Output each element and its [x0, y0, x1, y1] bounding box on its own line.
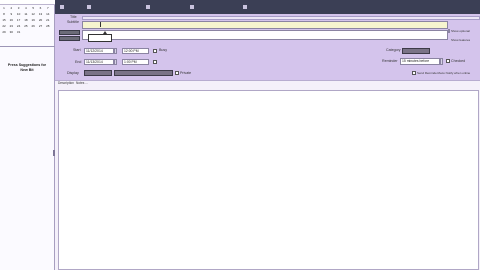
- display-label: Display: [67, 71, 79, 75]
- toolbar-item-1[interactable]: [67, 4, 81, 10]
- sidebar-divider: [0, 46, 55, 47]
- tooltip-pointer-icon: [103, 31, 107, 34]
- toolbar-item-5[interactable]: [249, 4, 279, 10]
- calendar-day[interactable]: 28: [45, 24, 51, 29]
- calendar-day[interactable]: 21: [45, 18, 51, 23]
- start-busy-label: Busy: [159, 48, 167, 52]
- calendar-day[interactable]: 11: [23, 12, 29, 17]
- start-date-dropdown-icon[interactable]: [114, 48, 117, 54]
- calendar-day[interactable]: 10: [16, 12, 22, 17]
- display-color-bar[interactable]: [114, 70, 173, 76]
- calendar-day[interactable]: 5: [30, 6, 36, 11]
- subtitle-label: Subtitle: [67, 20, 79, 24]
- option-optional-field[interactable]: [448, 29, 450, 33]
- calendar-day[interactable]: 2: [8, 6, 14, 11]
- sidebar-message: Press Suggestions for New Bit: [7, 63, 47, 72]
- end-date-field[interactable]: 11/13/2014: [84, 59, 114, 65]
- start-busy-checkbox[interactable]: [153, 49, 157, 53]
- start-label: Start: [73, 48, 81, 52]
- calendar-day[interactable]: 8: [1, 12, 7, 17]
- display-private-checkbox[interactable]: [175, 71, 179, 75]
- title-input[interactable]: [82, 16, 480, 20]
- category-select[interactable]: [402, 48, 430, 54]
- calendar-day[interactable]: 22: [1, 24, 7, 29]
- side-button-1[interactable]: [59, 30, 80, 35]
- calendar-day[interactable]: 3: [16, 6, 22, 11]
- end-date-dropdown-icon[interactable]: [114, 59, 117, 65]
- mini-calendar: 1 2 3 4 5 6 7 8 9 10 11 12 13 14 15 16 17 18 19 20 21 22 23 24 2…: [1, 6, 53, 46]
- calendar-day[interactable]: 12: [30, 12, 36, 17]
- splitter-handle[interactable]: [53, 150, 55, 156]
- option-optional-label: Show optional: [451, 29, 470, 33]
- calendar-day[interactable]: 24: [16, 24, 22, 29]
- reminder-dropdown-icon[interactable]: [440, 58, 443, 65]
- calendar-day[interactable]: 29: [1, 30, 7, 35]
- display-select[interactable]: [84, 70, 112, 76]
- toolbar-icon-5[interactable]: [243, 5, 247, 9]
- notes-label: Description: [58, 81, 74, 85]
- calendar-day[interactable]: 6: [38, 6, 44, 11]
- notes-hint: Notes ...: [76, 81, 88, 85]
- calendar-day[interactable]: 15: [1, 18, 7, 23]
- option-features-label: Show features: [451, 38, 471, 42]
- toolbar: [55, 0, 480, 14]
- end-label: End: [75, 60, 82, 64]
- side-button-2[interactable]: [59, 36, 80, 41]
- toolbar-icon-1[interactable]: [60, 5, 64, 9]
- details-textarea[interactable]: [82, 30, 448, 40]
- sidebar: 1 2 3 4 5 6 7 8 9 10 11 12 13 14 15 16 17 18 19 20 21 22 23 24 2…: [0, 0, 55, 270]
- calendar-day[interactable]: 20: [38, 18, 44, 23]
- calendar-day[interactable]: 14: [45, 12, 51, 17]
- toolbar-item-3[interactable]: [152, 4, 182, 10]
- display-private-label: Private: [180, 71, 192, 75]
- toolbar-item-4[interactable]: [196, 4, 230, 10]
- start-date-field[interactable]: 11/12/2014: [84, 48, 114, 54]
- calendar-day[interactable]: 27: [38, 24, 44, 29]
- notify-label: Send Reminder/Auto Notify when online: [417, 71, 471, 75]
- toolbar-icon-4[interactable]: [190, 5, 194, 9]
- calendar-day[interactable]: 26: [30, 24, 36, 29]
- notes-textarea[interactable]: [58, 90, 479, 270]
- reminder-checkbox[interactable]: [446, 59, 450, 63]
- calendar-header: [0, 0, 55, 5]
- calendar-day[interactable]: 13: [38, 12, 44, 17]
- toolbar-item-2[interactable]: [93, 4, 107, 10]
- category-label: Category: [386, 48, 401, 52]
- calendar-day[interactable]: 25: [23, 24, 29, 29]
- calendar-day[interactable]: 16: [8, 18, 14, 23]
- notes-header: [55, 80, 480, 90]
- calendar-day[interactable]: 9: [8, 12, 14, 17]
- toolbar-icon-2[interactable]: [87, 5, 91, 9]
- reminder-check-label: Checked: [451, 59, 466, 63]
- calendar-day[interactable]: 1: [1, 6, 7, 11]
- toolbar-icon-3[interactable]: [146, 5, 150, 9]
- tooltip: [88, 34, 112, 42]
- notify-checkbox[interactable]: [412, 71, 416, 75]
- calendar-day[interactable]: 7: [45, 6, 51, 11]
- reminder-label: Reminder: [382, 59, 398, 63]
- calendar-day[interactable]: 17: [16, 18, 22, 23]
- reminder-select[interactable]: 15 minutes before: [400, 58, 440, 65]
- text-cursor-icon: [100, 22, 101, 27]
- calendar-day[interactable]: 30: [8, 30, 14, 35]
- calendar-day[interactable]: 23: [8, 24, 14, 29]
- end-time-field[interactable]: 1:00 PM: [122, 59, 149, 65]
- calendar-day[interactable]: 19: [30, 18, 36, 23]
- subtitle-input[interactable]: [82, 21, 448, 29]
- calendar-day[interactable]: 18: [23, 18, 29, 23]
- start-time-field[interactable]: 12:00 PM: [122, 48, 149, 54]
- end-checkbox[interactable]: [153, 60, 157, 64]
- calendar-day[interactable]: 4: [23, 6, 29, 11]
- calendar-day[interactable]: 31: [16, 30, 22, 35]
